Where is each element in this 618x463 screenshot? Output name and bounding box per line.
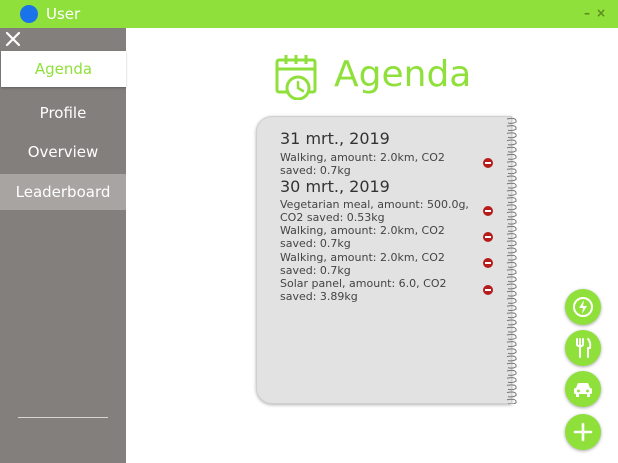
agenda-date: 31 mrt., 2019 <box>280 129 390 148</box>
add-food-button[interactable] <box>565 330 601 366</box>
delete-entry-button[interactable] <box>483 206 493 216</box>
add-transport-button[interactable] <box>565 371 601 407</box>
food-icon <box>576 338 592 358</box>
car-icon <box>574 383 592 397</box>
spiral-binding <box>506 117 517 404</box>
add-energy-button[interactable] <box>565 289 601 325</box>
add-button[interactable] <box>565 414 601 450</box>
agenda-entry: Walking, amount: 2.0km, CO2 saved: 0.7kg <box>280 251 445 277</box>
agenda-entry: Vegetarian meal, amount: 500.0g, CO2 save… <box>280 198 469 224</box>
agenda-entry: Solar panel, amount: 6.0, CO2 saved: 3.89… <box>280 277 447 303</box>
title-bar: User – × <box>0 0 618 28</box>
calendar-clock-icon <box>275 55 317 100</box>
add-icon <box>573 422 593 442</box>
energy-icon <box>573 297 593 317</box>
delete-entry-button[interactable] <box>483 158 493 168</box>
window-title: User <box>46 5 81 23</box>
sidebar-divider <box>18 417 108 418</box>
delete-entry-button[interactable] <box>483 285 493 295</box>
close-icon[interactable] <box>4 30 22 48</box>
agenda-entry: Walking, amount: 2.0km, CO2 saved: 0.7kg <box>280 224 445 250</box>
app-icon <box>20 5 38 23</box>
delete-entry-button[interactable] <box>483 232 493 242</box>
close-window-button[interactable]: × <box>595 7 607 19</box>
sidebar: Agenda Profile Overview Leaderboard <box>0 28 126 463</box>
page-title: Agenda <box>334 54 472 95</box>
sidebar-item-profile[interactable]: Profile <box>0 95 126 131</box>
sidebar-item-agenda[interactable]: Agenda <box>1 51 126 87</box>
agenda-entry: Walking, amount: 2.0km, CO2 saved: 0.7kg <box>280 151 445 177</box>
sidebar-item-leaderboard[interactable]: Leaderboard <box>0 174 126 210</box>
minimize-button[interactable]: – <box>581 7 593 19</box>
delete-entry-button[interactable] <box>483 258 493 268</box>
sidebar-item-overview[interactable]: Overview <box>0 134 126 170</box>
agenda-date: 30 mrt., 2019 <box>280 177 390 196</box>
